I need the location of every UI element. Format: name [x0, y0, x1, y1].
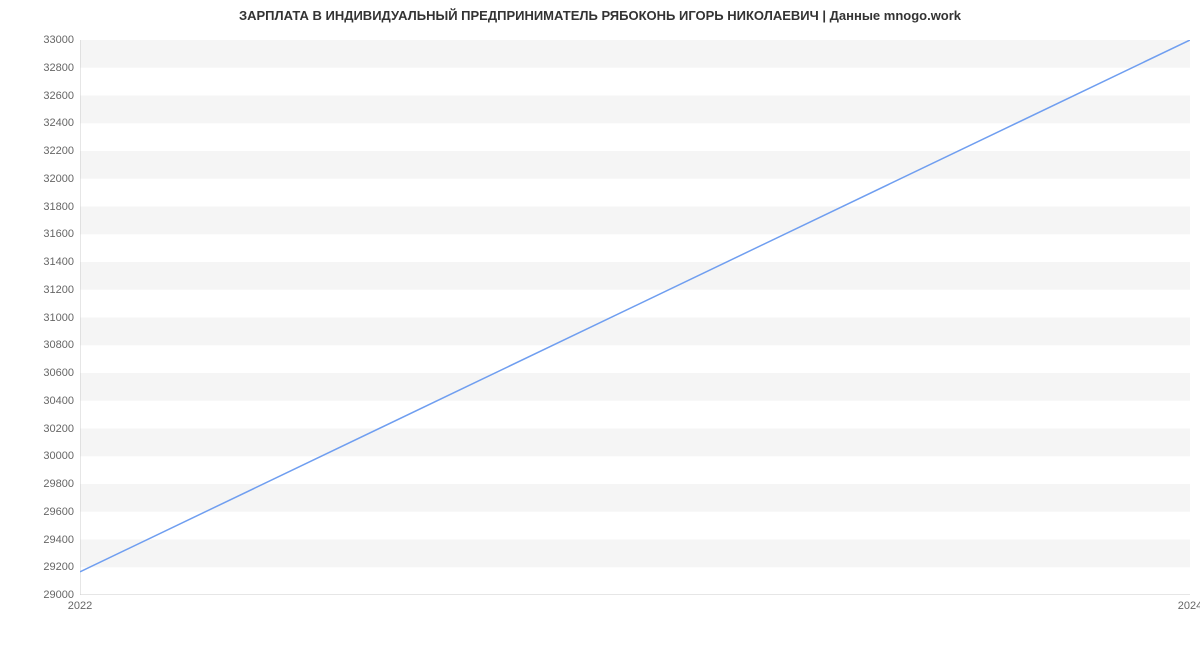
y-tick-label: 31000 [4, 312, 74, 324]
chart-svg [80, 40, 1190, 595]
y-tick-label: 29200 [4, 561, 74, 573]
y-tick-label: 32400 [4, 117, 74, 129]
chart-title: ЗАРПЛАТА В ИНДИВИДУАЛЬНЫЙ ПРЕДПРИНИМАТЕЛ… [0, 8, 1200, 23]
y-tick-label: 32800 [4, 62, 74, 74]
x-tick-label: 2022 [68, 600, 92, 612]
y-tick-label: 29600 [4, 506, 74, 518]
y-tick-label: 32000 [4, 173, 74, 185]
y-tick-label: 30000 [4, 450, 74, 462]
y-tick-label: 30200 [4, 423, 74, 435]
plot-area [80, 40, 1190, 595]
y-tick-label: 30800 [4, 339, 74, 351]
y-tick-label: 31800 [4, 201, 74, 213]
y-tick-label: 31200 [4, 284, 74, 296]
y-tick-label: 31600 [4, 228, 74, 240]
chart-container: ЗАРПЛАТА В ИНДИВИДУАЛЬНЫЙ ПРЕДПРИНИМАТЕЛ… [0, 0, 1200, 650]
y-tick-label: 30600 [4, 367, 74, 379]
y-tick-label: 30400 [4, 395, 74, 407]
y-tick-label: 29000 [4, 589, 74, 601]
y-tick-label: 29800 [4, 478, 74, 490]
y-tick-label: 33000 [4, 34, 74, 46]
x-tick-label: 2024 [1178, 600, 1200, 612]
y-tick-label: 29400 [4, 534, 74, 546]
y-tick-label: 31400 [4, 256, 74, 268]
y-tick-label: 32200 [4, 145, 74, 157]
y-tick-label: 32600 [4, 90, 74, 102]
